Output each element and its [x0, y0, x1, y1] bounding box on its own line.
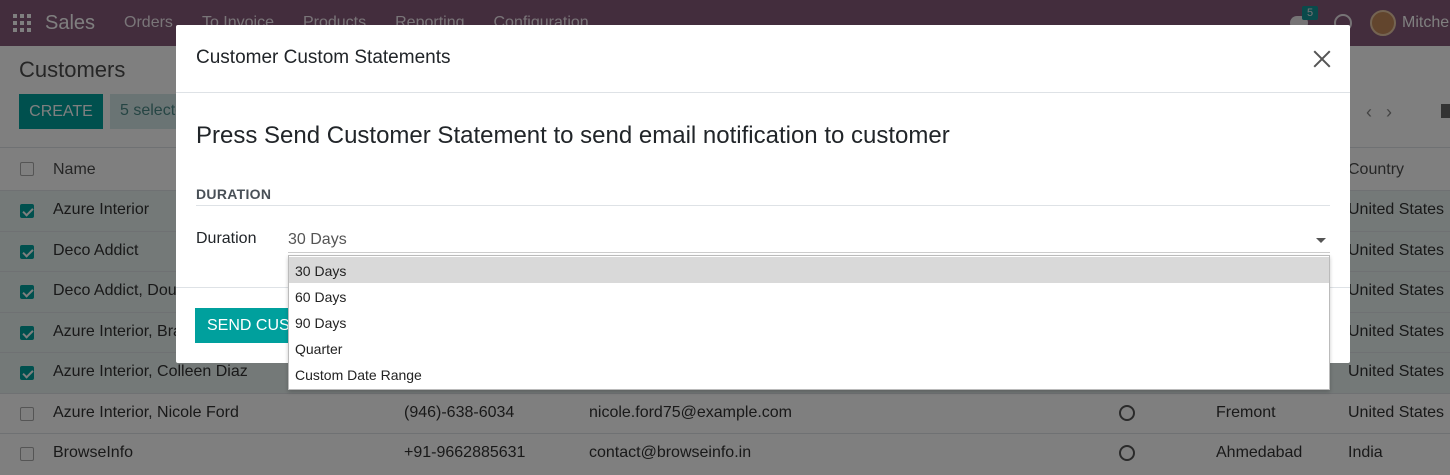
modal-heading: Press Send Customer Statement to send em… — [196, 122, 950, 149]
option-90-days[interactable]: 90 Days — [289, 309, 1329, 335]
option-custom-date-range[interactable]: Custom Date Range — [289, 361, 1329, 387]
option-quarter[interactable]: Quarter — [289, 335, 1329, 361]
close-icon[interactable] — [1311, 48, 1333, 70]
option-60-days[interactable]: 60 Days — [289, 283, 1329, 309]
send-statement-button[interactable]: SEND CUSTOMER STATEMENT — [195, 308, 293, 343]
group-divider — [196, 205, 1330, 206]
duration-group-title: DURATION — [196, 186, 272, 202]
modal-header-divider — [176, 92, 1350, 93]
option-30-days[interactable]: 30 Days — [289, 257, 1329, 283]
duration-label: Duration — [196, 230, 257, 247]
modal-title: Customer Custom Statements — [196, 47, 451, 68]
caret-down-icon — [1316, 238, 1326, 243]
duration-select[interactable]: 30 Days — [288, 229, 1330, 253]
duration-options: 30 Days 60 Days 90 Days Quarter Custom D… — [288, 255, 1330, 390]
duration-selected-value: 30 Days — [288, 231, 347, 248]
